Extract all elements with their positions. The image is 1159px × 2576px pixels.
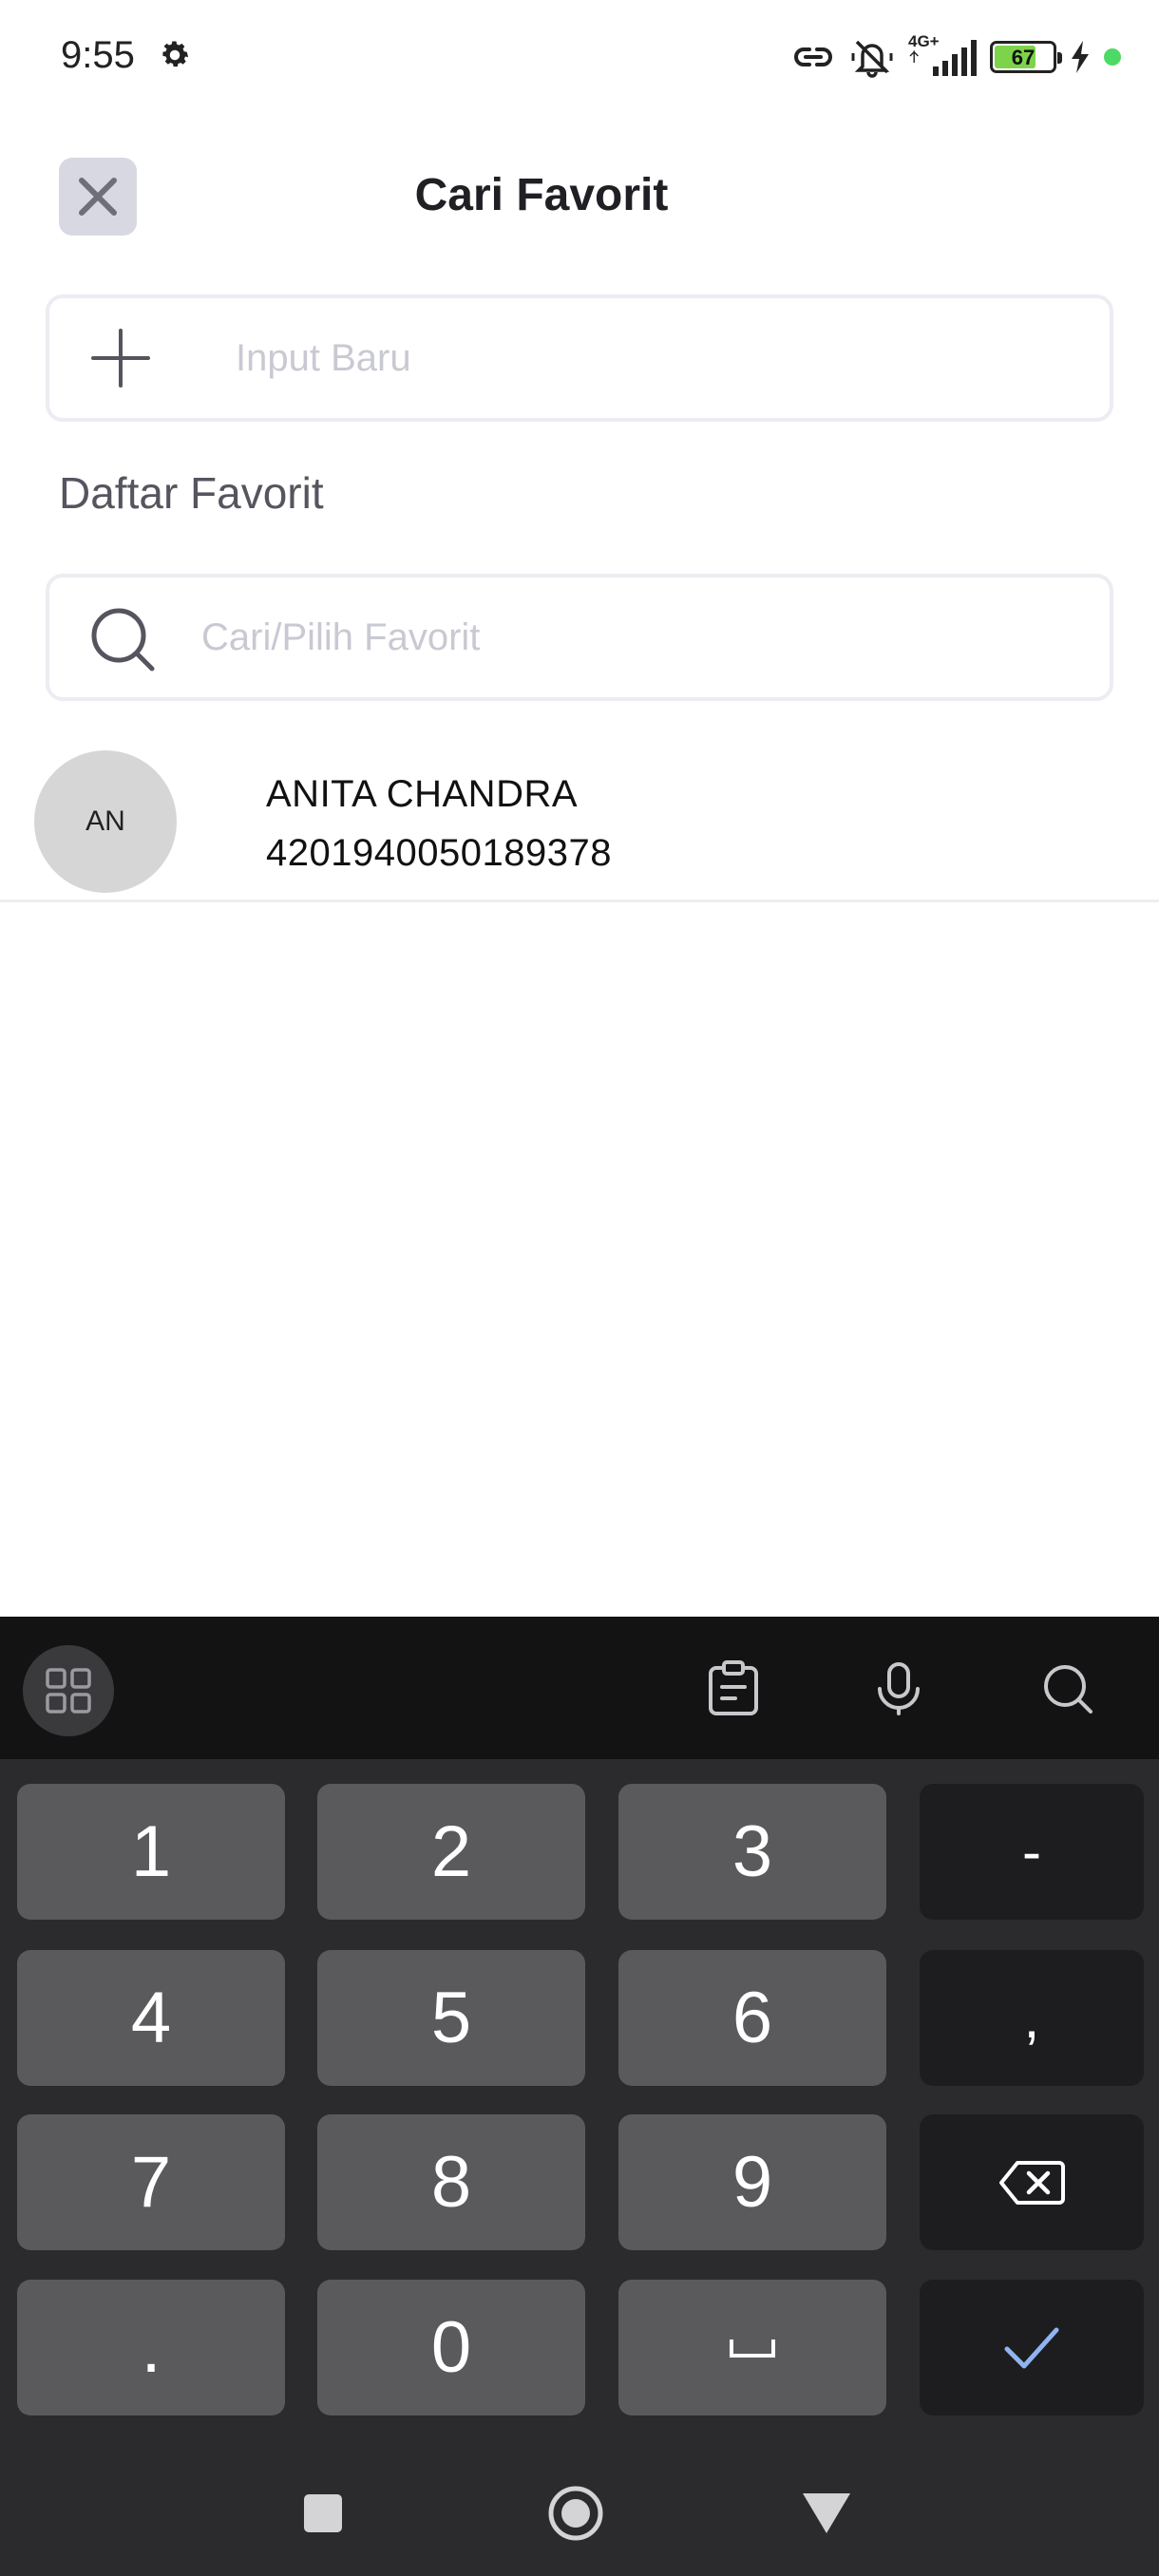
apps-grid-icon — [46, 1668, 91, 1714]
numeric-keyboard: 1 2 3 - 4 5 6 , 7 8 9 . 0 — [0, 1617, 1159, 2576]
recent-apps-icon — [304, 2494, 342, 2532]
home-icon — [548, 2486, 603, 2541]
home-button[interactable] — [547, 2485, 604, 2542]
status-time: 9:55 — [61, 34, 135, 76]
link-icon — [794, 47, 832, 66]
status-bar: 9:55 4G+ 67 — [0, 0, 1159, 114]
clipboard-icon — [709, 1660, 758, 1715]
key-8[interactable]: 8 — [317, 2114, 585, 2250]
status-icons: 4G+ 67 — [790, 32, 1121, 82]
space-icon — [730, 2339, 775, 2358]
page-title: Cari Favorit — [414, 170, 669, 220]
recent-apps-button[interactable] — [294, 2485, 352, 2542]
backspace-icon — [999, 2160, 1065, 2205]
signal-icon: 4G+ — [908, 32, 977, 78]
favorites-search-box[interactable] — [46, 574, 1113, 701]
key-1[interactable]: 1 — [17, 1784, 285, 1920]
key-0[interactable]: 0 — [317, 2280, 585, 2415]
key-2[interactable]: 2 — [317, 1784, 585, 1920]
key-backspace[interactable] — [920, 2114, 1144, 2250]
back-icon — [803, 2493, 850, 2533]
clipboard-button[interactable] — [703, 1658, 764, 1719]
key-3[interactable]: 3 — [618, 1784, 886, 1920]
battery-icon: 67 — [990, 41, 1062, 73]
key-4[interactable]: 4 — [17, 1950, 285, 2086]
new-input-box[interactable] — [46, 294, 1113, 422]
key-6[interactable]: 6 — [618, 1950, 886, 2086]
key-dot[interactable]: . — [17, 2280, 285, 2415]
key-space[interactable] — [618, 2280, 886, 2415]
microphone-button[interactable] — [868, 1658, 929, 1719]
apps-grid-button[interactable] — [23, 1645, 114, 1736]
key-enter[interactable] — [920, 2280, 1144, 2415]
keyboard-toolbar — [0, 1617, 1159, 1759]
back-button[interactable] — [798, 2485, 855, 2542]
plus-icon — [91, 329, 150, 388]
search-icon — [1044, 1665, 1092, 1714]
favorites-section-title: Daftar Favorit — [59, 468, 324, 518]
status-dot-icon — [1104, 48, 1121, 66]
key-comma[interactable]: , — [920, 1950, 1144, 2086]
mute-icon — [851, 40, 893, 78]
avatar: AN — [34, 750, 177, 893]
key-7[interactable]: 7 — [17, 2114, 285, 2250]
microphone-icon — [878, 1662, 920, 1715]
battery-level: 67 — [1011, 46, 1036, 69]
favorites-search-input[interactable] — [201, 578, 1075, 697]
search-icon — [91, 608, 155, 672]
key-minus[interactable]: - — [920, 1784, 1144, 1920]
key-9[interactable]: 9 — [618, 2114, 886, 2250]
keyboard-search-button[interactable] — [1037, 1658, 1098, 1719]
new-input-field[interactable] — [236, 298, 1091, 418]
navigation-bar — [0, 2447, 1159, 2576]
settings-gear-icon — [162, 41, 189, 67]
favorite-account-number: 4201940050189378 — [266, 832, 612, 874]
key-5[interactable]: 5 — [317, 1950, 585, 2086]
favorite-name: ANITA CHANDRA — [266, 773, 579, 815]
charging-icon — [1072, 41, 1089, 73]
checkmark-icon — [1004, 2327, 1059, 2368]
favorite-list-item[interactable]: AN ANITA CHANDRA 4201940050189378 — [0, 747, 1159, 902]
